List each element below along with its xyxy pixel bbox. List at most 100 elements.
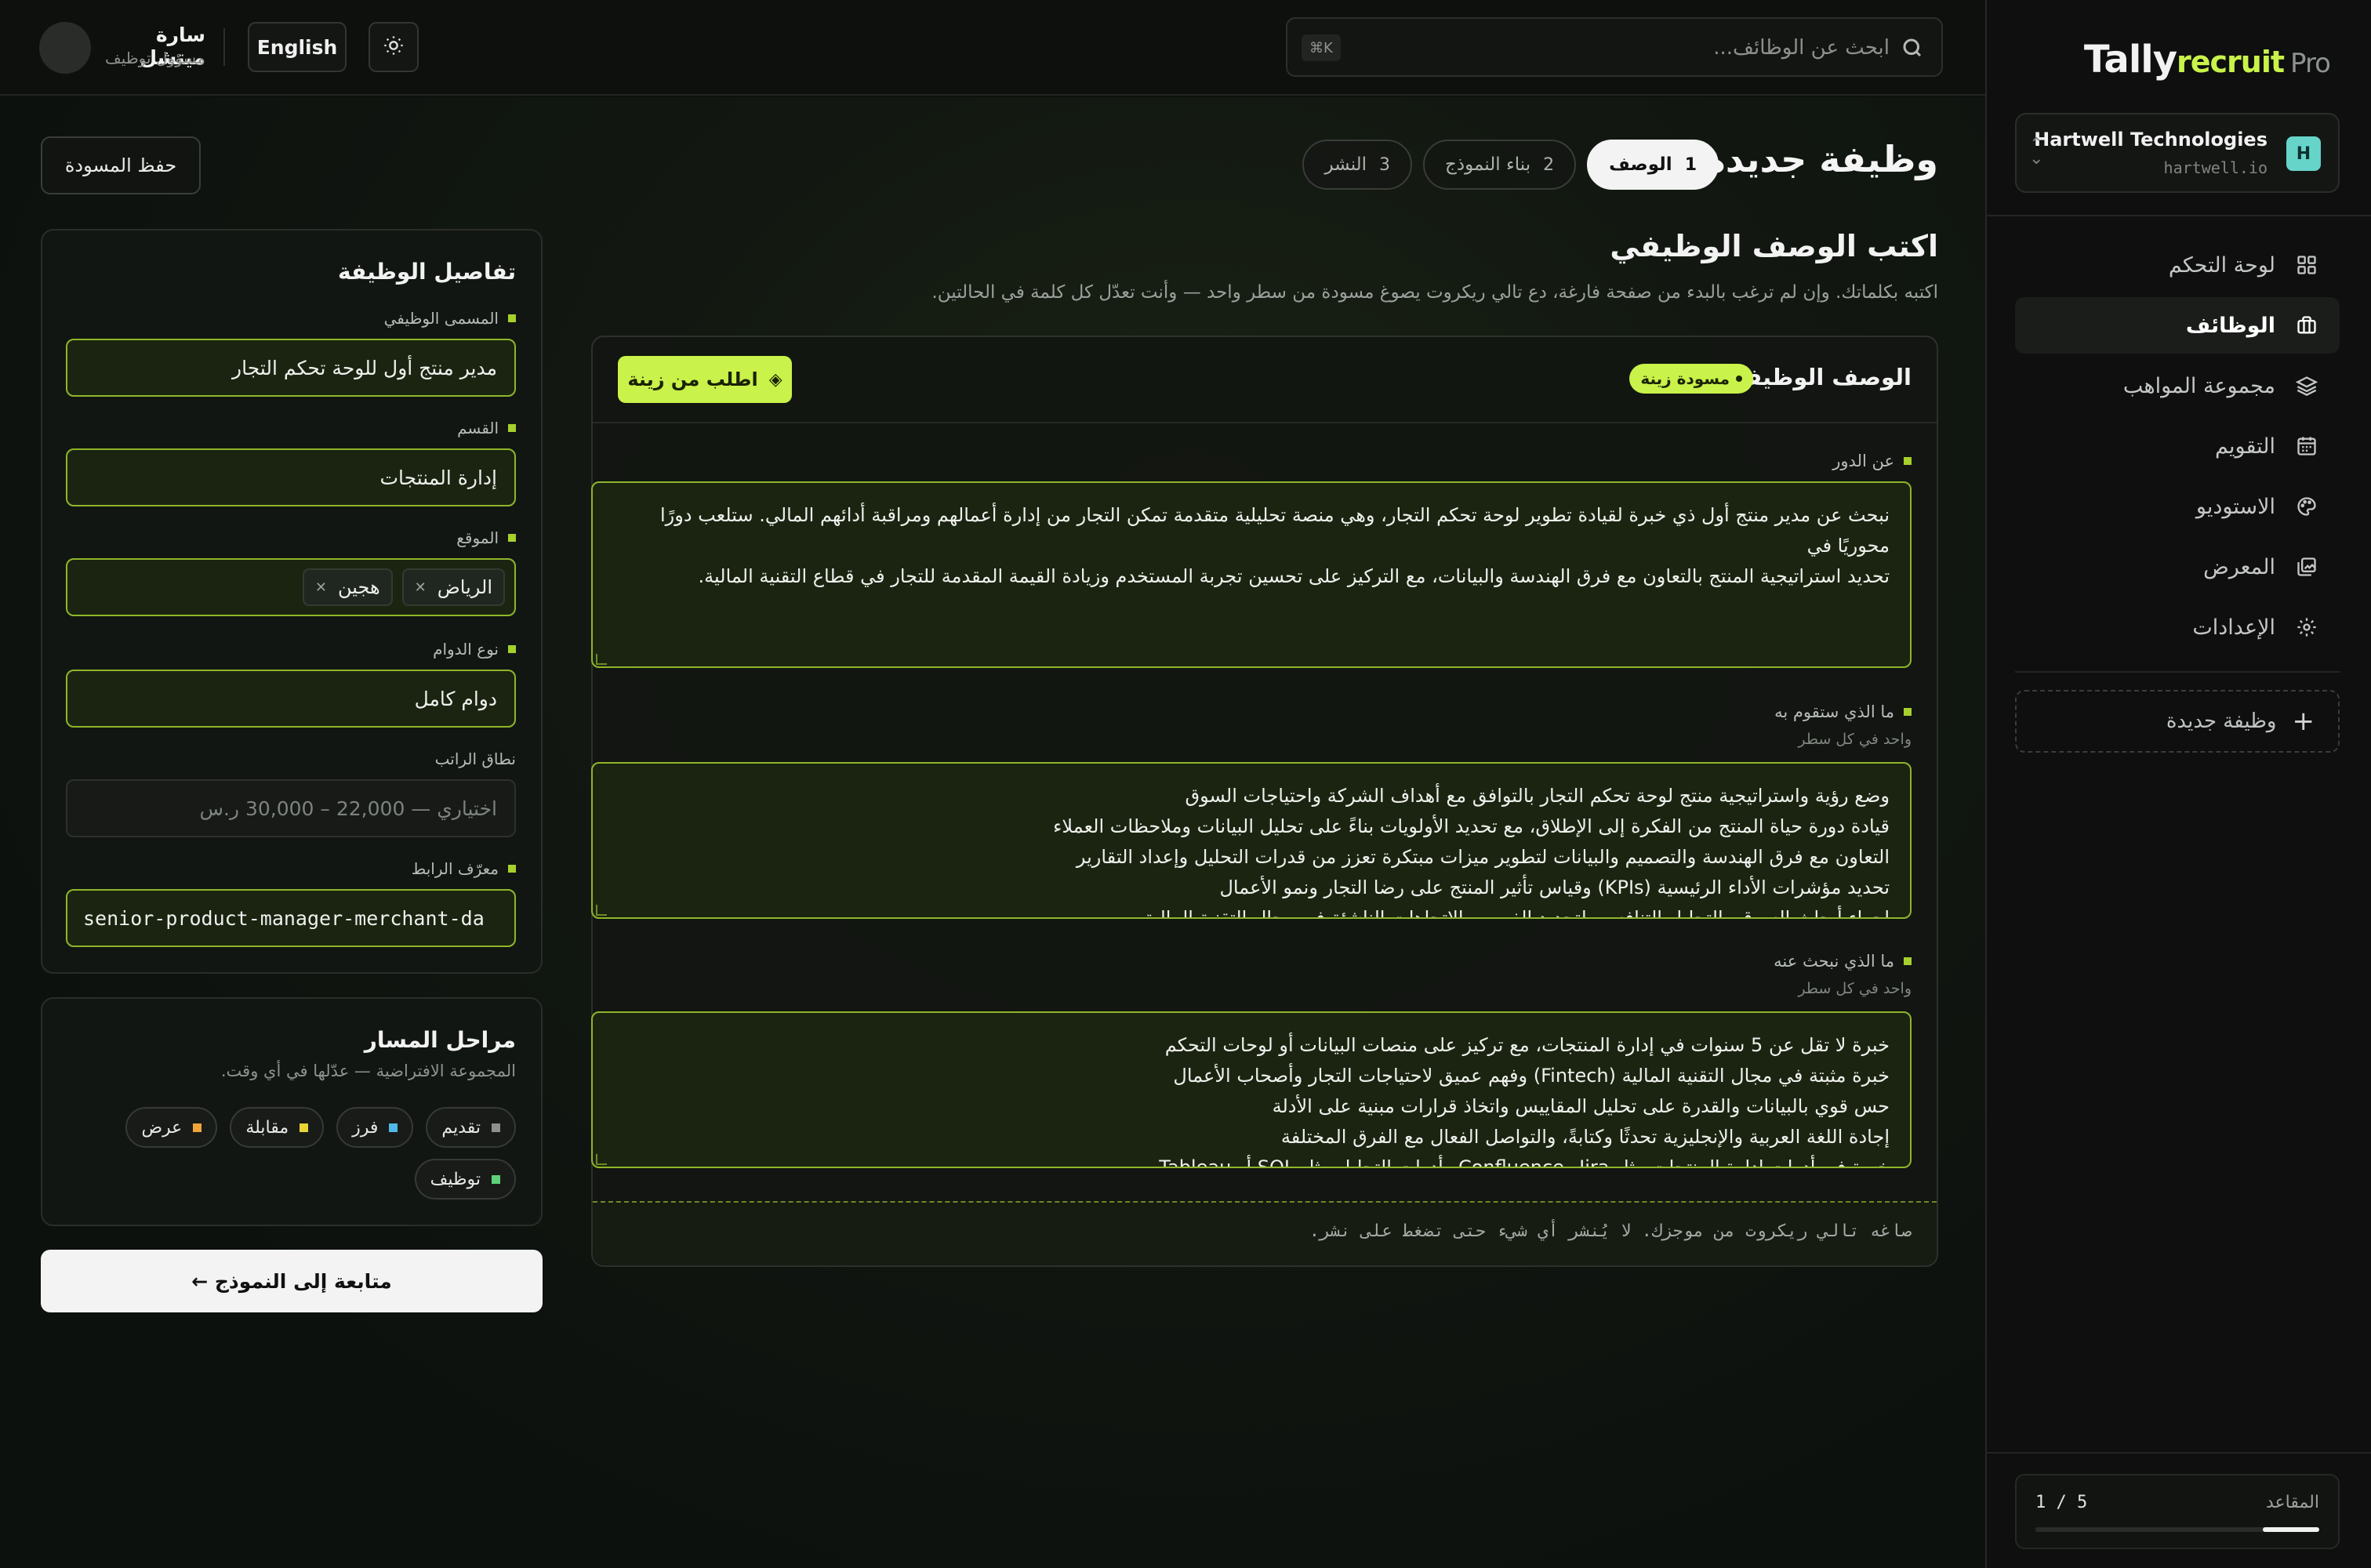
avatar[interactable]: [39, 22, 91, 74]
job-details-card: تفاصيل الوظيفة المسمى الوظيفي مدير منتج …: [41, 229, 543, 974]
sidebar-item-label: لوحة التحكم: [2168, 252, 2275, 278]
sidebar-item-studio[interactable]: الاستوديو: [2015, 478, 2340, 535]
save-draft-button[interactable]: حفظ المسودة: [41, 136, 201, 194]
sidebar-item-label: التقويم: [2215, 434, 2275, 459]
app-logo[interactable]: Tallyrecruit Pro: [2083, 38, 2331, 82]
required-marker: [508, 865, 516, 873]
resize-handle-icon[interactable]: [596, 1154, 607, 1165]
gear-icon: [2296, 616, 2318, 638]
page-title: وظيفة جديدة: [1704, 138, 1938, 180]
about-line: نبحث عن مدير منتج أول ذي خبرة لقيادة تطو…: [660, 504, 1890, 557]
description-footer: صاغه تالي ريكروت من موجزك. لا يُنشر أي ش…: [593, 1201, 1937, 1265]
stage-chip-interview[interactable]: مقابلة: [230, 1107, 325, 1148]
sidebar-nav: لوحة التحكم الوظائف مجموعة المواهب التقو…: [2015, 237, 2340, 659]
stage-chip-hire[interactable]: توظيف: [414, 1159, 516, 1200]
stage-chip-screen[interactable]: فرز: [336, 1107, 414, 1148]
stages-title: مراحل المسار: [364, 1027, 516, 1053]
stages-subtitle: المجموعة الافتراضية — عدّلها في أي وقت.: [220, 1062, 516, 1080]
search-input[interactable]: ابحث عن الوظائف...: [1713, 36, 1890, 60]
stages-row: تقديم فرز مقابلة عرض: [125, 1107, 516, 1148]
requirements-label: ما الذي نبحث عنه: [1774, 952, 1912, 971]
resize-handle-icon[interactable]: [596, 905, 607, 916]
department-label-text: القسم: [457, 419, 499, 437]
required-marker: [508, 424, 516, 432]
employment-type-input[interactable]: دوام كامل: [66, 670, 516, 728]
requirement-line: إجادة اللغة العربية والإنجليزية تحدثًا و…: [1280, 1126, 1890, 1148]
location-label: الموقع: [456, 528, 516, 547]
resize-handle-icon[interactable]: [596, 654, 607, 665]
slug-label-text: معرّف الرابط: [411, 859, 499, 878]
duties-textarea[interactable]: وضع رؤية واستراتيجية منتج لوحة تحكم التج…: [591, 762, 1912, 919]
location-tags-input[interactable]: الرياض ✕ هجين ✕: [66, 558, 516, 616]
step-publish[interactable]: 3 النشر: [1302, 140, 1413, 190]
sun-icon: [383, 34, 405, 60]
layers-icon: [2296, 375, 2318, 397]
sidebar-divider: [2015, 671, 2340, 673]
required-marker: [508, 534, 516, 542]
location-chip-label: هجين: [338, 576, 380, 598]
org-domain: hartwell.io: [2163, 158, 2268, 177]
stage-color-dot: [492, 1174, 500, 1184]
chevron-up-down-icon: ⌃ ⌄: [2029, 135, 2044, 169]
sidebar-item-gallery[interactable]: المعرض: [2015, 539, 2340, 595]
draft-dot-icon: [1736, 376, 1742, 382]
job-title-label-text: المسمى الوظيفي: [383, 309, 499, 328]
requirement-line: حس قوي بالبيانات والقدرة على تحليل المقا…: [1272, 1095, 1890, 1117]
required-marker: [1904, 457, 1912, 465]
stage-label: مقابلة: [245, 1117, 289, 1138]
draft-badge-label: مسودة زينة: [1640, 369, 1730, 388]
sidebar-item-settings[interactable]: الإعدادات: [2015, 599, 2340, 655]
new-job-label: وظيفة جديدة: [2166, 710, 2277, 733]
sidebar-item-label: الاستوديو: [2195, 494, 2275, 519]
requirement-line: خبرة في أدوات إدارة المنتجات مثل Jira وC…: [1159, 1156, 1890, 1168]
step-description[interactable]: 1 الوصف: [1587, 140, 1719, 190]
panel-header-divider: [593, 422, 1937, 423]
stages-row: توظيف: [414, 1159, 516, 1200]
slug-input[interactable]: senior-product-manager-merchant-da: [66, 889, 516, 947]
location-chip[interactable]: الرياض ✕: [401, 568, 505, 606]
job-title-input[interactable]: مدير منتج أول للوحة تحكم التجار: [66, 339, 516, 397]
about-role-textarea[interactable]: نبحث عن مدير منتج أول ذي خبرة لقيادة تطو…: [591, 481, 1912, 668]
section-title: اكتب الوصف الوظيفي: [1610, 229, 1938, 263]
seats-label: المقاعد: [2265, 1493, 2319, 1512]
remove-tag-icon[interactable]: ✕: [415, 579, 427, 596]
details-title: تفاصيل الوظيفة: [337, 259, 516, 285]
required-marker: [508, 314, 516, 322]
stage-chip-offer[interactable]: عرض: [125, 1107, 218, 1148]
job-title-label: المسمى الوظيفي: [384, 309, 516, 328]
remove-tag-icon[interactable]: ✕: [315, 579, 327, 596]
sidebar-item-jobs[interactable]: الوظائف: [2015, 297, 2340, 354]
stage-color-dot: [193, 1123, 202, 1132]
continue-to-form-button[interactable]: متابعة إلى النموذج ←: [41, 1250, 543, 1312]
theme-toggle-button[interactable]: [369, 22, 419, 72]
sidebar-item-calendar[interactable]: التقويم: [2015, 418, 2340, 474]
about-role-label-text: عن الدور: [1832, 452, 1894, 470]
salary-range-input[interactable]: اختياري — 22,000 – 30,000 ر.س: [66, 779, 516, 837]
search-box[interactable]: ابحث عن الوظائف... ⌘K: [1286, 17, 1943, 77]
duty-line: قيادة دورة حياة المنتج من الفكرة إلى الإ…: [1053, 815, 1890, 837]
sidebar-new-job-button[interactable]: + وظيفة جديدة: [2015, 690, 2340, 753]
step-number: 3: [1379, 154, 1391, 175]
employment-type-label: نوع الدوام: [433, 640, 516, 659]
stage-chip-apply[interactable]: تقديم: [426, 1107, 516, 1148]
location-chip[interactable]: هجين ✕: [302, 568, 393, 606]
sidebar-item-talent-pool[interactable]: مجموعة المواهب: [2015, 358, 2340, 414]
duties-hint: واحد في كل سطر: [1798, 731, 1912, 748]
job-description-panel: الوصف الوظيفي مسودة زينة ◈ اطلب من زينة …: [591, 336, 1938, 1267]
department-label: القسم: [457, 419, 516, 437]
sidebar-item-label: الوظائف: [2185, 313, 2275, 338]
department-input[interactable]: إدارة المنتجات: [66, 448, 516, 506]
sidebar-item-dashboard[interactable]: لوحة التحكم: [2015, 237, 2340, 293]
duty-line: وضع رؤية واستراتيجية منتج لوحة تحكم التج…: [1185, 785, 1890, 807]
logo-text-tally: Tally: [2083, 38, 2177, 82]
stage-color-dot: [492, 1123, 500, 1132]
org-switcher[interactable]: H Hartwell Technologies hartwell.io ⌃ ⌄: [2015, 113, 2340, 193]
topbar: ابحث عن الوظائف... ⌘K English سارة ميتشل…: [0, 0, 1985, 96]
duty-line: إجراء أبحاث السوق والتحليل التنافسي لتحد…: [1144, 907, 1890, 919]
step-build-form[interactable]: 2 بناء النموذج: [1423, 140, 1577, 190]
ask-zeina-button[interactable]: ◈ اطلب من زينة: [618, 356, 792, 403]
requirements-textarea[interactable]: خبرة لا تقل عن 5 سنوات في إدارة المنتجات…: [591, 1011, 1912, 1168]
language-toggle-button[interactable]: English: [248, 22, 347, 72]
step-label: النشر: [1324, 154, 1367, 175]
sidebar-divider: [1985, 1452, 2371, 1454]
